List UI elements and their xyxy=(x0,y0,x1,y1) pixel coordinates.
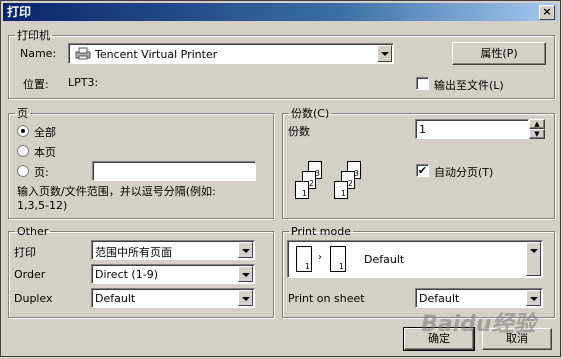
copies-count-input[interactable]: 1 xyxy=(415,119,529,139)
chevron-down-icon[interactable] xyxy=(238,290,253,306)
print-mode-group-label: Print mode xyxy=(291,225,351,238)
copies-group-label: 份数(C) xyxy=(291,107,330,120)
print-mode-value: Default xyxy=(364,253,405,266)
close-button[interactable]: × xyxy=(539,5,555,20)
print-dialog: 打印 × 打印机 Name: Tencent Virtual Printer 属… xyxy=(0,0,561,357)
printer-group-label: 打印机 xyxy=(17,29,50,42)
print-what-select[interactable]: 范围中所有页面 xyxy=(91,240,255,260)
collate-icon: 3 2 1 3 2 1 xyxy=(286,149,366,205)
properties-button[interactable]: 属性(P) xyxy=(452,42,546,65)
print-what-value: 范围中所有页面 xyxy=(95,246,172,259)
duplex-select[interactable]: Default xyxy=(91,288,255,308)
page-range-group-label: 页 xyxy=(17,107,28,120)
print-to-file-label: 输出至文件(L) xyxy=(434,79,504,92)
duplex-value: Default xyxy=(95,292,136,305)
print-on-sheet-label: Print on sheet xyxy=(288,292,365,305)
page-range-hint: 输入页数/文件范围，并以逗号分隔(例如: 1,3,5-12) xyxy=(17,185,216,212)
printer-name-value: Tencent Virtual Printer xyxy=(95,48,218,61)
page-range-pages-radio[interactable] xyxy=(17,165,29,177)
print-to-file-checkbox[interactable] xyxy=(416,77,429,90)
watermark-logo: Baidu经验 xyxy=(421,312,536,337)
other-group-label: Other xyxy=(17,225,49,238)
chevron-down-icon[interactable] xyxy=(526,242,541,276)
chevron-down-icon[interactable] xyxy=(377,45,392,62)
chevron-down-icon[interactable] xyxy=(238,266,253,282)
page-range-current-radio[interactable] xyxy=(17,145,29,157)
print-what-label: 打印 xyxy=(14,246,36,259)
duplex-label: Duplex xyxy=(14,292,53,305)
chevron-down-icon[interactable] xyxy=(238,242,253,258)
printer-name-select[interactable]: Tencent Virtual Printer xyxy=(68,43,394,64)
copies-count-value: 1 xyxy=(419,123,426,136)
page-range-all-radio[interactable] xyxy=(17,125,29,137)
order-label: Order xyxy=(14,268,46,281)
location-value: LPT3: xyxy=(68,76,99,89)
chevron-down-icon[interactable] xyxy=(526,290,541,306)
pages-per-sheet-icon: 1 › 1 xyxy=(296,246,352,272)
location-label: 位置: xyxy=(23,78,49,91)
dialog-title: 打印 xyxy=(7,5,32,19)
order-select[interactable]: Direct (1-9) xyxy=(91,264,255,284)
printer-icon xyxy=(75,47,91,63)
print-on-sheet-select[interactable]: Default xyxy=(415,288,543,308)
collate-label: 自动分页(T) xyxy=(434,166,494,179)
copies-count-label: 份数 xyxy=(288,125,310,138)
page-range-all-label: 全部 xyxy=(34,126,56,139)
page-range-input[interactable] xyxy=(92,161,256,181)
copies-up-button[interactable]: ▲ xyxy=(529,119,545,129)
print-on-sheet-value: Default xyxy=(419,292,460,305)
page-range-pages-label: 页: xyxy=(34,166,49,179)
print-mode-select[interactable]: 1 › 1 Default xyxy=(287,240,543,278)
order-value: Direct (1-9) xyxy=(95,268,158,281)
copies-down-button[interactable]: ▼ xyxy=(529,129,545,139)
title-bar: 打印 × xyxy=(3,3,558,21)
printer-name-label: Name: xyxy=(20,47,57,60)
page-range-current-label: 本页 xyxy=(34,146,56,159)
collate-checkbox[interactable]: ✔ xyxy=(416,164,429,177)
